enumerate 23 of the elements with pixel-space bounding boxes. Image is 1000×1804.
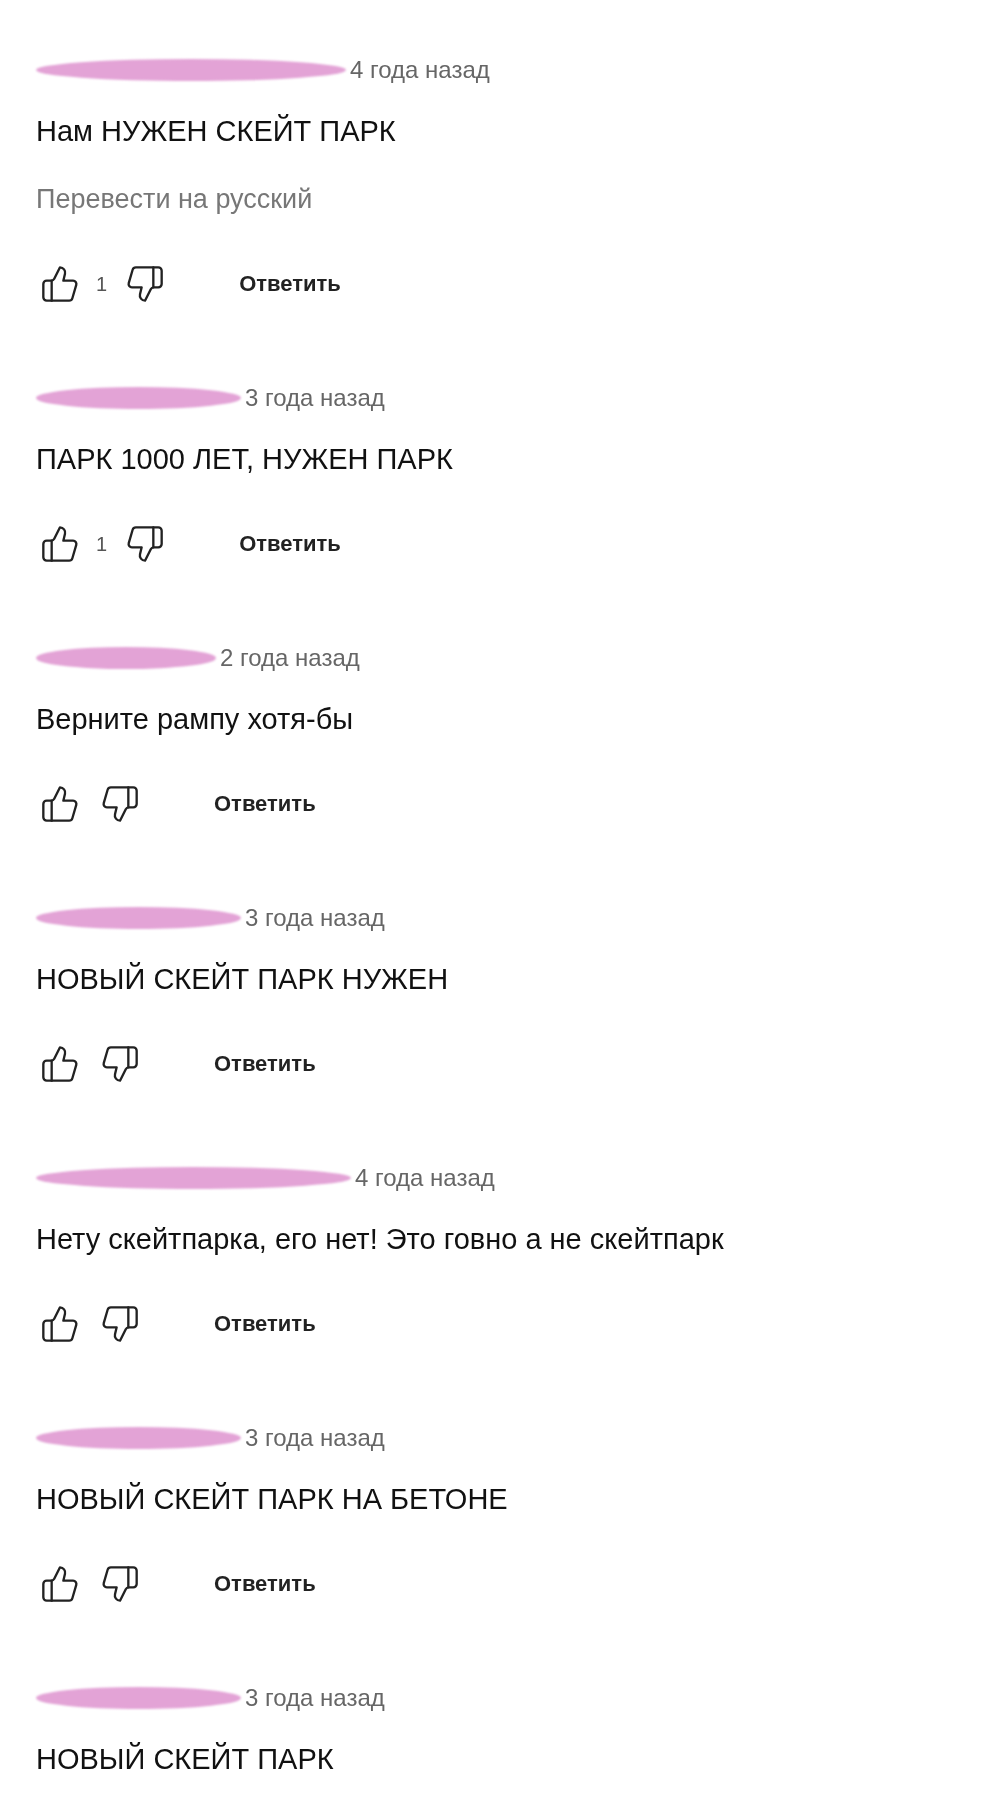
reply-button[interactable]: Ответить bbox=[214, 791, 316, 817]
comment-text: ПАРК 1000 ЛЕТ, НУЖЕН ПАРК bbox=[36, 442, 454, 476]
like-count: 1 bbox=[96, 272, 108, 296]
translate-link[interactable]: Перевести на русский bbox=[36, 182, 1000, 216]
reply-button[interactable]: Ответить bbox=[214, 1051, 316, 1077]
reply-button[interactable]: Ответить bbox=[239, 271, 341, 297]
reply-button[interactable]: Ответить bbox=[239, 531, 341, 557]
comment-text: Нету скейтпарка, его нет! Это говно а не скейтпарк bbox=[36, 1222, 725, 1256]
comment-text: НОВЫЙ СКЕЙТ ПАРК НА БЕТОНЕ bbox=[36, 1482, 509, 1516]
like-count: 1 bbox=[96, 532, 108, 556]
comment-time: 3 года назад bbox=[245, 1424, 385, 1452]
reply-button[interactable]: Ответить bbox=[214, 1571, 316, 1597]
comment-text: Верните рампу хотя-бы bbox=[36, 702, 355, 736]
comment-text: НОВЫЙ СКЕЙТ ПАРК НУЖЕН bbox=[36, 962, 450, 996]
comment-time: 3 года назад bbox=[245, 904, 385, 932]
comment-time: 3 года назад bbox=[245, 1684, 385, 1712]
comment-text: Нам НУЖЕН СКЕЙТ ПАРК bbox=[36, 114, 397, 148]
comment-time: 2 года назад bbox=[220, 644, 360, 672]
comment-time: 3 года назад bbox=[245, 384, 385, 412]
reply-button[interactable]: Ответить bbox=[214, 1311, 316, 1337]
comment-text: НОВЫЙ СКЕЙТ ПАРК bbox=[36, 1742, 335, 1776]
comment-time: 4 года назад bbox=[355, 1164, 495, 1192]
comment-time: 4 года назад bbox=[350, 56, 490, 84]
